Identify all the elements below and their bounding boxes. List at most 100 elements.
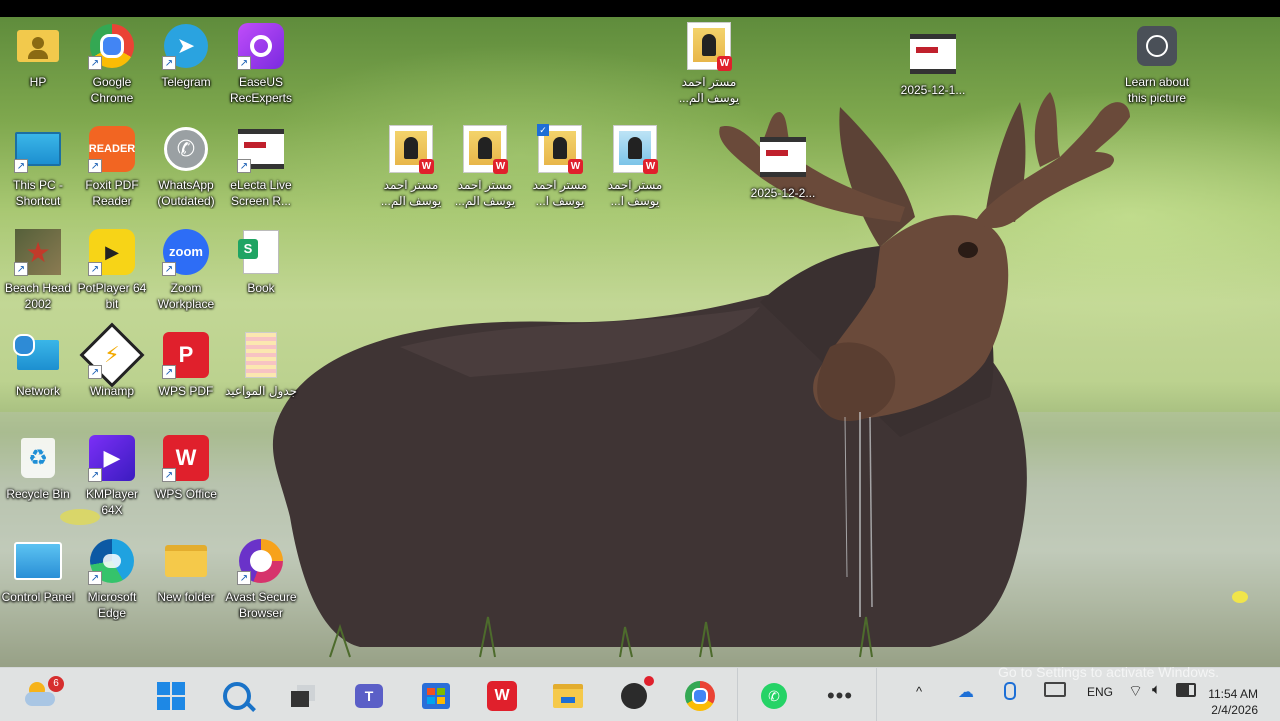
desktop-icon-recycle-bin[interactable]: ♻ Recycle Bin — [0, 434, 76, 502]
desktop-icon-potplayer[interactable]: ▶ ↗ PotPlayer 64 bit — [74, 228, 150, 312]
desktop-icon-label: eLecta Live Screen R... — [230, 178, 292, 208]
desktop-icon-control-panel[interactable]: Control Panel — [0, 537, 76, 605]
clock-time: 11:54 AM — [1208, 687, 1258, 701]
shortcut-arrow-icon: ↗ — [88, 365, 102, 379]
whatsapp-icon: ✆ — [164, 127, 208, 171]
clock-button[interactable]: 11:54 AM 2/4/2026 — [1208, 686, 1258, 718]
wps-document-icon: W — [687, 22, 732, 71]
desktop-file-wps-3[interactable]: W ✓ مستر احمد يوسف ا... — [522, 124, 598, 209]
desktop-icon-edge[interactable]: ↗ Microsoft Edge — [74, 537, 150, 621]
cloud-tray-button[interactable]: ☁ — [958, 682, 974, 702]
folder-icon — [165, 545, 207, 577]
desktop-icon-electa[interactable]: ↗ eLecta Live Screen R... — [223, 125, 299, 209]
widgets-button[interactable]: 6 — [22, 676, 64, 714]
search-button[interactable] — [219, 678, 256, 714]
desktop-icon-winamp[interactable]: ⚡ ↗ Winamp — [74, 322, 150, 399]
battery-icon — [1176, 683, 1196, 697]
task-view-button[interactable] — [285, 678, 321, 714]
desktop-icon-label: Zoom Workplace — [157, 281, 215, 311]
desktop-icon-beach-head[interactable]: ★ ↗ Beach Head 2002 — [0, 228, 76, 312]
start-button[interactable] — [153, 678, 189, 714]
desktop-icon-foxit[interactable]: READER ↗ Foxit PDF Reader — [74, 125, 150, 209]
desktop-icon-chrome[interactable]: ↗ Google Chrome — [74, 22, 150, 106]
desktop-file-wps-5[interactable]: W مستر احمد يوسف الم... — [671, 22, 747, 106]
desktop-file-wps-4[interactable]: W مستر احمد يوسف ا... — [597, 125, 673, 209]
desktop-icon-label: Network — [15, 384, 60, 398]
camera-icon — [1137, 26, 1177, 66]
desktop-icon-wps-office[interactable]: W ↗ WPS Office — [148, 434, 224, 502]
shortcut-arrow-icon: ↗ — [14, 262, 28, 276]
folder-user-icon — [17, 30, 59, 62]
taskbar-separator — [737, 668, 738, 721]
desktop-file-wps-1[interactable]: W مستر احمد يوسف الم... — [373, 125, 449, 209]
shortcut-arrow-icon: ↗ — [237, 56, 251, 70]
network-icon — [13, 334, 59, 370]
desktop-icon-schedule[interactable]: جدول المواعيد — [223, 331, 299, 399]
desktop-file-wps-2[interactable]: W مستر احمد يوسف الم... — [447, 125, 523, 209]
teams-icon: T — [355, 684, 383, 708]
chevron-up-icon: ^ — [916, 684, 923, 699]
desktop-icon-zoom[interactable]: zoom ↗ Zoom Workplace — [148, 228, 224, 312]
language-button[interactable]: ENG — [1087, 685, 1113, 699]
desktop-file-video-2[interactable]: 2025-12-2... — [745, 133, 821, 201]
taskbar-separator — [876, 668, 877, 721]
network-tray-button[interactable]: ⌔ — [1128, 681, 1143, 701]
whatsapp-taskbar-button[interactable]: ✆ — [756, 678, 792, 714]
obs-button[interactable] — [616, 676, 654, 714]
store-button[interactable] — [418, 678, 454, 714]
desktop-file-label: مستر احمد يوسف ا... — [607, 178, 663, 208]
volume-tray-button[interactable]: 🔈︎ — [1152, 681, 1161, 698]
desktop-icon-wps-pdf[interactable]: P ↗ WPS PDF — [148, 331, 224, 399]
desktop-icon-label: Control Panel — [1, 590, 75, 604]
shortcut-arrow-icon: ↗ — [88, 571, 102, 585]
desktop-icon-this-pc[interactable]: ↗ This PC - Shortcut — [0, 125, 76, 209]
chrome-taskbar-button[interactable] — [682, 678, 718, 714]
desktop-icon-learn-picture[interactable]: Learn about this picture — [1119, 22, 1195, 106]
desktop-icon-label: WhatsApp (Outdated) — [157, 178, 215, 208]
microphone-tray-button[interactable] — [1004, 682, 1016, 703]
show-hidden-icons-button[interactable]: ^ — [916, 684, 922, 699]
desktop-icon-new-folder[interactable]: New folder — [148, 537, 224, 605]
battery-tray-button[interactable] — [1176, 683, 1196, 700]
clock-date: 2/4/2026 — [1211, 703, 1258, 717]
shortcut-arrow-icon: ↗ — [237, 571, 251, 585]
desktop-icon-book[interactable]: S Book — [223, 228, 299, 296]
file-explorer-icon — [553, 684, 583, 708]
shortcut-arrow-icon: ↗ — [162, 365, 176, 379]
desktop-icon-avast[interactable]: ↗ Avast Secure Browser — [223, 537, 299, 621]
wps-document-icon: W — [463, 125, 508, 174]
keyboard-icon — [1044, 682, 1066, 697]
store-icon — [422, 683, 450, 709]
keyboard-tray-button[interactable] — [1044, 682, 1066, 700]
wps-button[interactable]: W — [484, 678, 520, 714]
shortcut-arrow-icon: ↗ — [237, 159, 251, 173]
desktop-icon-telegram[interactable]: ➤ ↗ Telegram — [148, 22, 224, 90]
file-explorer-button[interactable] — [550, 678, 586, 714]
notification-dot-icon — [644, 676, 654, 686]
wps-document-icon: W — [613, 125, 658, 174]
video-file-icon — [760, 137, 806, 177]
wps-document-icon: W — [389, 125, 434, 174]
desktop-file-video-1[interactable]: 2025-12-1... — [895, 30, 971, 98]
desktop-icon-label: WPS Office — [155, 487, 217, 501]
wps-document-icon: W ✓ — [537, 124, 583, 174]
desktop-icon-label: Google Chrome — [90, 75, 134, 105]
desktop-icon-label: Foxit PDF Reader — [85, 178, 139, 208]
wps-icon: W — [487, 681, 517, 711]
desktop-icon-label: Book — [247, 281, 275, 295]
desktop-icon-label: New folder — [157, 590, 215, 604]
activate-windows-watermark: Go to Settings to activate Windows. — [998, 664, 1219, 680]
desktop-icon-network[interactable]: Network — [0, 331, 76, 399]
shortcut-arrow-icon: ↗ — [162, 468, 176, 482]
desktop-icon-whatsapp[interactable]: ✆ WhatsApp (Outdated) — [148, 125, 224, 209]
more-apps-button[interactable]: ••• — [822, 678, 858, 714]
desktop-icon-label: This PC - Shortcut — [12, 178, 63, 208]
desktop-icon-easeus[interactable]: ↗ EaseUS RecExperts — [223, 22, 299, 106]
desktop-icon-kmplayer[interactable]: ▶ ↗ KMPlayer 64X — [74, 434, 150, 518]
recycle-bin-icon: ♻ — [21, 438, 55, 478]
teams-button[interactable]: T — [351, 678, 387, 714]
desktop-icon-hp[interactable]: HP — [0, 22, 76, 90]
desktop-file-label: 2025-12-2... — [750, 186, 816, 200]
control-panel-icon — [14, 542, 62, 580]
desktop-icon-label: Beach Head 2002 — [4, 281, 72, 311]
